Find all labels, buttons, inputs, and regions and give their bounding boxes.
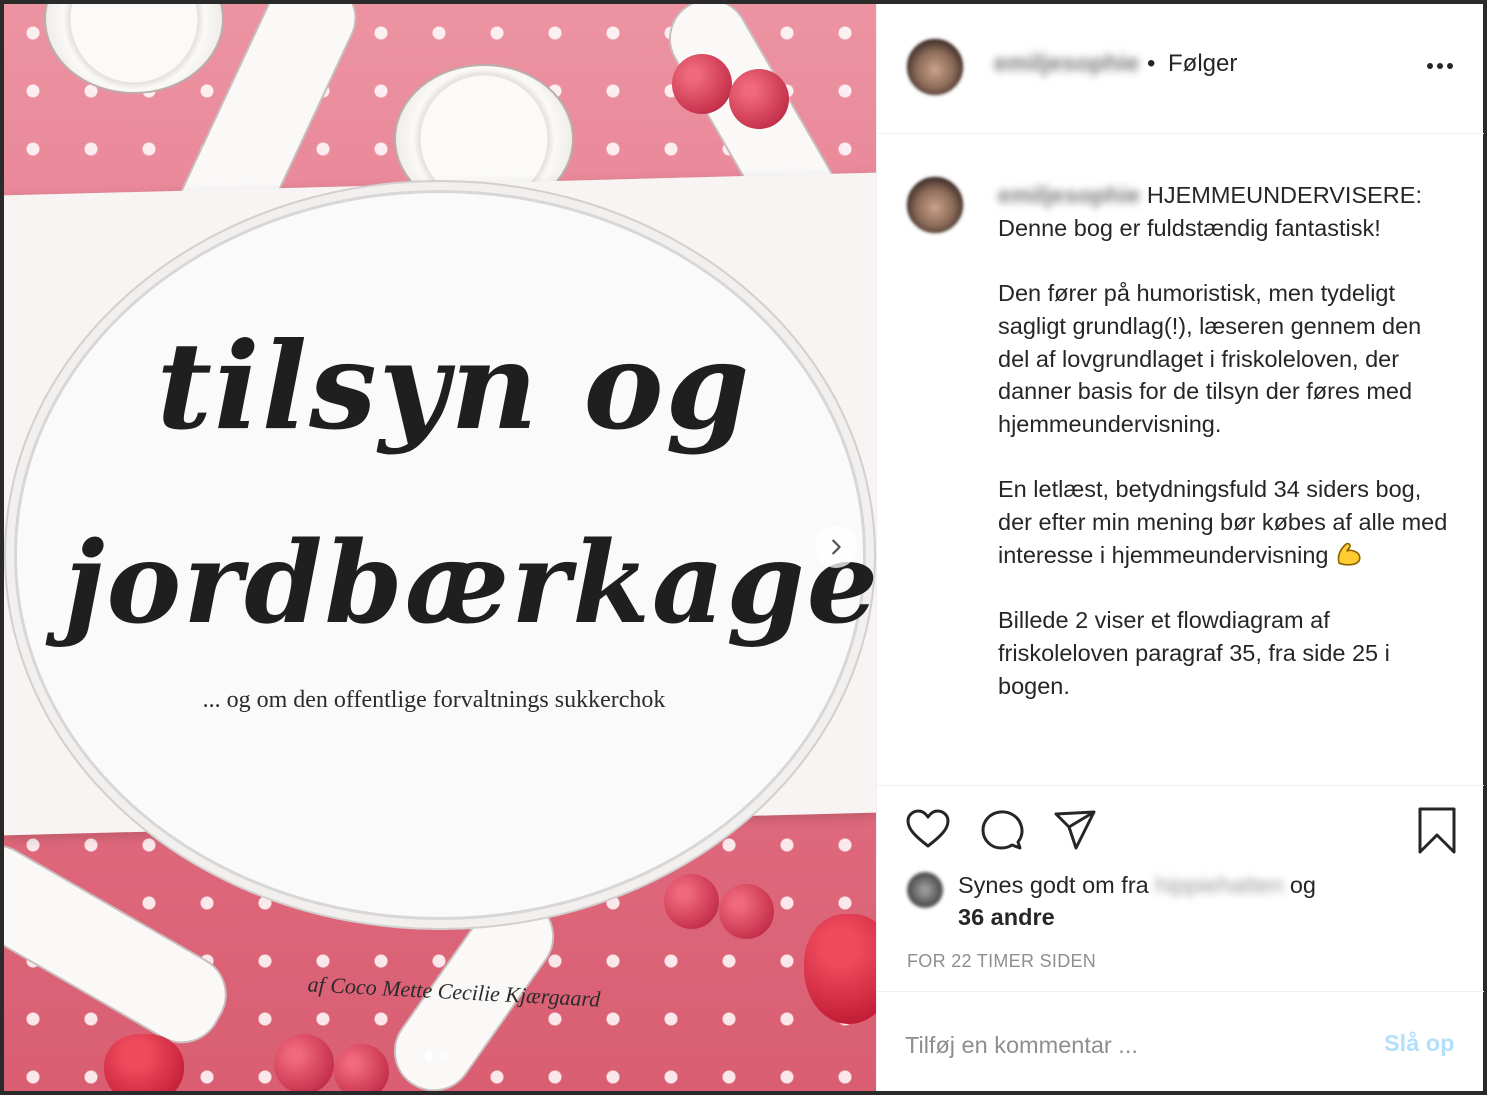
strawberry-illustration [104,1034,184,1091]
caption-paragraph: Den fører på humoristisk, men tydeligt s… [998,280,1422,437]
more-horizontal-icon [1437,63,1443,69]
likes-joiner: og [1289,872,1316,898]
more-options-button[interactable] [1422,51,1458,81]
instagram-post-modal: tilsyn og jordbærkager ... og om den off… [4,4,1484,1091]
comment-icon[interactable] [979,808,1025,852]
carousel-dot [439,1052,447,1060]
likes-prefix: Synes godt om fra [958,872,1149,898]
following-button[interactable]: Følger [1168,50,1237,78]
separator-dot: • [1147,50,1156,77]
liker-avatar[interactable] [907,872,943,908]
caption-username[interactable]: emiljesophie [998,179,1140,212]
post-timestamp[interactable]: FOR 22 TIMER SIDEN [907,951,1096,972]
raspberry-illustration [334,1044,389,1091]
caption-first-line: HJEMMEUNDERVISERE: [1146,182,1422,208]
header-username[interactable]: emiljesophie [994,50,1139,78]
comment-bar: Slå op [877,991,1484,1091]
liker-username[interactable]: hippiehatten [1155,869,1283,901]
post-actions: Synes godt om fra hippiehatten og 36 and… [877,785,1484,990]
book-title-line-2: jordbærkager [64,518,876,649]
post-header: emiljesophie • Følger [877,4,1484,134]
caption-paragraph: En letlæst, betydningsfuld 34 siders bog… [998,476,1448,568]
send-icon[interactable] [1052,808,1098,852]
likes-summary[interactable]: Synes godt om fra hippiehatten og 36 and… [958,869,1458,933]
caption-section: emiljesophie HJEMMEUNDERVISERE: Denne bo… [877,135,1484,785]
chevron-right-icon [832,539,841,555]
post-caption: emiljesophie HJEMMEUNDERVISERE: Denne bo… [998,179,1448,735]
raspberry-illustration [719,884,774,939]
caption-line: Denne bog er fuldstændig fantastisk! [998,214,1381,241]
post-photo: tilsyn og jordbærkager ... og om den off… [4,4,876,1091]
comment-input[interactable] [905,1028,1345,1062]
avatar[interactable] [905,175,965,235]
likes-others[interactable]: 36 andre [958,904,1055,930]
carousel-indicator [425,1052,447,1060]
bookmark-icon[interactable] [1415,806,1459,856]
post-comment-button[interactable]: Slå op [1384,1030,1455,1057]
heart-icon[interactable] [905,808,951,850]
avatar[interactable] [905,37,965,97]
carousel-next-button[interactable] [815,526,857,568]
book-subtitle: ... og om den offentlige forvaltnings su… [202,687,666,713]
raspberry-illustration [274,1034,334,1091]
raspberry-illustration [672,54,732,114]
flexed-biceps-emoji [1337,542,1361,566]
more-horizontal-icon [1427,63,1433,69]
book-title-line-1: tilsyn og [156,316,752,457]
raspberry-illustration [664,874,719,929]
carousel-dot-active [425,1052,433,1060]
more-horizontal-icon [1447,63,1453,69]
caption-paragraph: Billede 2 viser et flowdiagram af frisko… [998,607,1390,699]
raspberry-illustration [729,69,789,129]
post-details-panel: emiljesophie • Følger emiljesophie HJEMM… [876,4,1484,1091]
